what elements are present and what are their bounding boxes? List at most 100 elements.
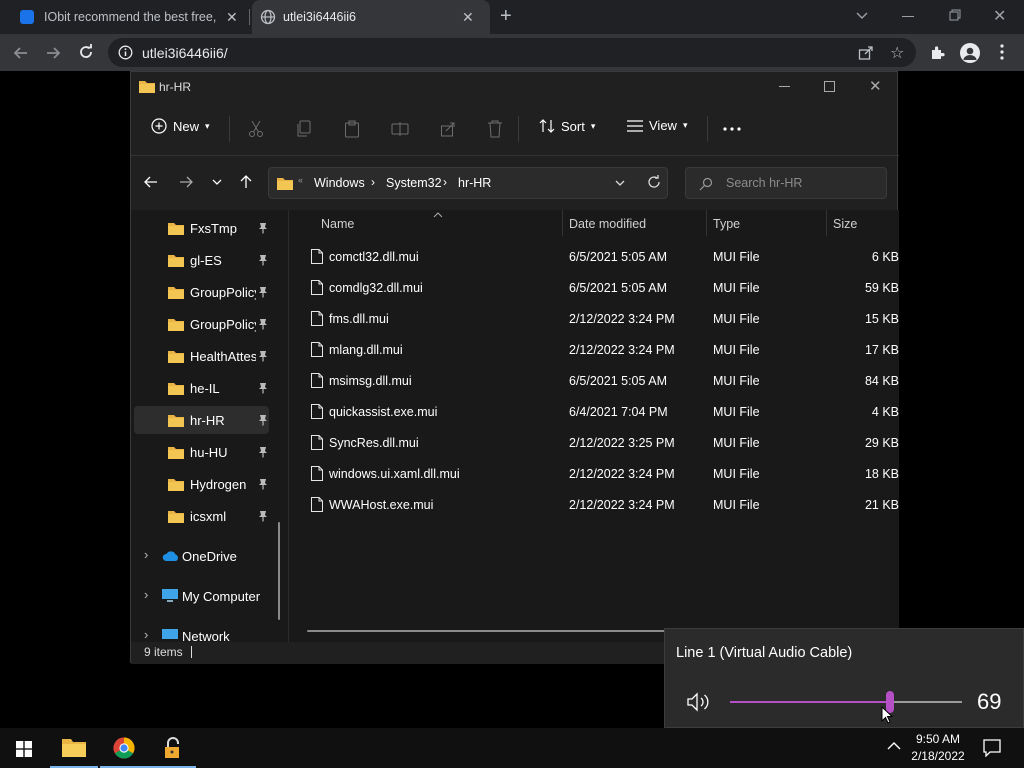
column-divider[interactable] xyxy=(826,210,827,236)
menu-kebab-icon[interactable] xyxy=(1000,44,1004,60)
nav-item[interactable]: HealthAttest xyxy=(134,342,269,370)
pin-icon[interactable] xyxy=(258,414,268,426)
chevron-right-icon[interactable]: › xyxy=(144,547,148,562)
column-header-date[interactable]: Date modified xyxy=(569,217,646,231)
sort-button[interactable]: Sort ▾ xyxy=(539,118,595,134)
clock[interactable]: 9:50 AM 2/18/2022 xyxy=(905,731,971,765)
chevron-down-icon[interactable] xyxy=(855,8,869,22)
share-icon[interactable] xyxy=(440,120,456,138)
overflow-chevron-icon[interactable]: « xyxy=(298,175,303,185)
cut-icon[interactable] xyxy=(248,120,264,138)
column-divider[interactable] xyxy=(706,210,707,236)
file-row[interactable]: mlang.dll.mui 2/12/2022 3:24 PM MUI File 17… xyxy=(301,334,899,365)
new-button[interactable]: New ▾ xyxy=(151,118,210,134)
chevron-right-icon[interactable]: › xyxy=(144,587,148,602)
tab-iobit[interactable]: IObit recommend the best free, f ✕ xyxy=(10,0,248,34)
pin-icon[interactable] xyxy=(258,286,268,298)
taskbar-app[interactable] xyxy=(148,728,196,768)
new-tab-icon[interactable]: + xyxy=(500,5,512,28)
delete-icon[interactable] xyxy=(487,120,503,138)
restore-icon[interactable] xyxy=(949,9,961,21)
pane-divider[interactable] xyxy=(288,210,289,642)
chevron-down-icon[interactable] xyxy=(614,177,626,189)
nav-item[interactable]: GroupPolicy xyxy=(134,310,269,338)
file-row[interactable]: comctl32.dll.mui 6/5/2021 5:05 AM MUI File… xyxy=(301,241,899,272)
breadcrumb-hr-hr[interactable]: hr-HR xyxy=(458,176,491,190)
minimize-icon[interactable] xyxy=(779,86,790,87)
rename-icon[interactable] xyxy=(391,121,409,137)
pin-icon[interactable] xyxy=(258,318,268,330)
nav-item[interactable]: gl-ES xyxy=(134,246,269,274)
column-divider[interactable] xyxy=(562,210,563,236)
forward-icon[interactable] xyxy=(44,44,62,62)
close-icon[interactable]: ✕ xyxy=(462,9,474,26)
up-icon[interactable] xyxy=(239,175,253,189)
audio-device-name[interactable]: Line 1 (Virtual Audio Cable) xyxy=(676,645,852,661)
file-row[interactable]: quickassist.exe.mui 6/4/2021 7:04 PM MUI F… xyxy=(301,396,899,427)
share-icon[interactable] xyxy=(858,45,874,61)
reload-icon[interactable] xyxy=(77,43,95,61)
volume-slider[interactable] xyxy=(730,691,962,713)
taskbar-chrome[interactable] xyxy=(100,728,148,768)
file-row[interactable]: fms.dll.mui 2/12/2022 3:24 PM MUI File 15 K… xyxy=(301,303,899,334)
taskbar-file-explorer[interactable] xyxy=(50,728,98,768)
nav-root-onedrive[interactable]: › OneDrive xyxy=(134,542,269,570)
file-row[interactable]: WWAHost.exe.mui 2/12/2022 3:24 PM MUI File… xyxy=(301,489,899,520)
refresh-icon[interactable] xyxy=(647,175,661,189)
bookmark-star-icon[interactable]: ☆ xyxy=(890,43,904,63)
file-row[interactable]: comdlg32.dll.mui 6/5/2021 5:05 AM MUI File… xyxy=(301,272,899,303)
breadcrumb[interactable]: « Windows › System32 › hr-HR xyxy=(268,167,668,199)
forward-icon[interactable] xyxy=(179,175,193,189)
tab-active[interactable]: utlei3i6446ii6 ✕ xyxy=(252,0,490,34)
nav-item[interactable]: hu-HU xyxy=(134,438,269,466)
extensions-icon[interactable] xyxy=(929,44,946,61)
chevron-right-icon[interactable]: › xyxy=(144,627,148,642)
pin-icon[interactable] xyxy=(258,382,268,394)
minimize-icon[interactable] xyxy=(902,16,914,17)
breadcrumb-windows[interactable]: Windows xyxy=(314,176,365,190)
pin-icon[interactable] xyxy=(258,510,268,522)
url-text[interactable]: utlei3i6446ii6/ xyxy=(142,45,228,61)
back-icon[interactable] xyxy=(12,44,30,62)
nav-item[interactable]: Hydrogen xyxy=(134,470,269,498)
nav-scrollbar[interactable] xyxy=(278,522,280,620)
nav-root-network[interactable]: › Network xyxy=(134,622,269,642)
pin-icon[interactable] xyxy=(258,350,268,362)
nav-root-my-computer[interactable]: › My Computer xyxy=(134,582,269,610)
more-options-icon[interactable] xyxy=(723,127,741,131)
nav-item[interactable]: FxsTmp xyxy=(134,214,269,242)
breadcrumb-system32[interactable]: System32 xyxy=(386,176,442,190)
copy-icon[interactable] xyxy=(296,120,312,138)
view-button[interactable]: View ▾ xyxy=(627,118,687,133)
address-bar[interactable]: utlei3i6446ii6/ ☆ xyxy=(108,38,916,67)
nav-item[interactable]: GroupPolicy xyxy=(134,278,269,306)
file-row[interactable]: SyncRes.dll.mui 2/12/2022 3:25 PM MUI File… xyxy=(301,427,899,458)
column-header-type[interactable]: Type xyxy=(713,217,740,231)
nav-item[interactable]: hr-HR xyxy=(134,406,269,434)
nav-item[interactable]: he-IL xyxy=(134,374,269,402)
column-header-size[interactable]: Size xyxy=(833,217,857,231)
search-box[interactable]: Search hr-HR xyxy=(685,167,887,199)
show-hidden-icons-icon[interactable] xyxy=(887,741,901,751)
notification-icon[interactable] xyxy=(983,739,1001,757)
pin-icon[interactable] xyxy=(258,478,268,490)
file-row[interactable]: windows.ui.xaml.dll.mui 2/12/2022 3:24 PM… xyxy=(301,458,899,489)
maximize-icon[interactable] xyxy=(824,81,835,92)
back-icon[interactable] xyxy=(144,175,158,189)
pin-icon[interactable] xyxy=(258,446,268,458)
pin-icon[interactable] xyxy=(258,254,268,266)
close-window-icon[interactable]: ✕ xyxy=(993,6,1006,26)
file-row[interactable]: msimsg.dll.mui 6/5/2021 5:05 AM MUI File 84… xyxy=(301,365,899,396)
paste-icon[interactable] xyxy=(344,120,360,138)
close-icon[interactable]: ✕ xyxy=(869,77,882,95)
recent-dropdown-icon[interactable] xyxy=(211,176,223,188)
info-icon[interactable] xyxy=(118,45,133,60)
speaker-icon[interactable] xyxy=(687,692,713,712)
profile-icon[interactable] xyxy=(960,43,980,63)
pin-icon[interactable] xyxy=(258,222,268,234)
windows-start-icon[interactable] xyxy=(16,741,32,757)
nav-item[interactable]: icsxml xyxy=(134,502,269,530)
explorer-title-bar[interactable]: hr-HR ✕ xyxy=(131,72,899,102)
close-icon[interactable]: ✕ xyxy=(226,9,238,26)
column-header-name[interactable]: Name xyxy=(321,217,354,231)
